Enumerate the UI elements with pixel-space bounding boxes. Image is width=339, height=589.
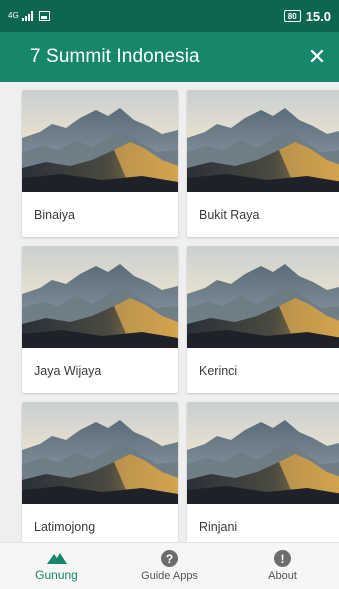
status-bar: 4G 80 15.0: [0, 0, 339, 32]
card-title: Kerinci: [199, 364, 238, 378]
signal-icon: [22, 11, 33, 21]
card-title: Rinjani: [199, 520, 238, 534]
nav-label: Gunung: [35, 567, 78, 582]
card-bukit-raya[interactable]: Bukit Raya: [187, 90, 339, 237]
card-latimojong[interactable]: Latimojong: [22, 402, 178, 542]
nav-label: About: [268, 570, 297, 582]
info-icon: !: [274, 550, 291, 567]
help-icon: ?: [161, 550, 178, 567]
nav-gunung[interactable]: Gunung: [0, 543, 113, 589]
card-jaya-wijaya[interactable]: Jaya Wijaya: [22, 246, 178, 393]
card-binaiya[interactable]: Binaiya: [22, 90, 178, 237]
mountain-image: [187, 246, 339, 348]
card-title: Latimojong: [34, 520, 96, 534]
mountain-image: [22, 90, 178, 192]
mountain-icon: [46, 552, 67, 564]
card-grid: Binaiya Bukit Raya Jaya Wijaya Kerinci L…: [22, 90, 339, 542]
mountain-image: [22, 402, 178, 504]
card-kerinci[interactable]: Kerinci: [187, 246, 339, 393]
mountain-image: [22, 246, 178, 348]
mountain-image: [187, 90, 339, 192]
nav-guide-apps[interactable]: ? Guide Apps: [113, 543, 226, 589]
card-title: Binaiya: [34, 208, 75, 222]
status-right: 80 15.0: [283, 8, 331, 24]
battery-icon: 80: [283, 10, 301, 22]
mountain-list[interactable]: Binaiya Bukit Raya Jaya Wijaya Kerinci L…: [0, 82, 339, 542]
card-title: Bukit Raya: [199, 208, 260, 222]
mountain-image: [187, 402, 339, 504]
close-button[interactable]: ✕: [305, 45, 329, 69]
network-type: 4G: [8, 11, 19, 20]
nav-label: Guide Apps: [141, 570, 198, 582]
card-rinjani[interactable]: Rinjani: [187, 402, 339, 542]
clock: 15.0: [305, 8, 331, 24]
bottom-navigation: Gunung ? Guide Apps ! About: [0, 542, 339, 589]
card-title: Jaya Wijaya: [34, 364, 102, 378]
image-notification-icon: [39, 11, 50, 21]
page-title: 7 Summit Indonesia: [30, 46, 200, 67]
nav-about[interactable]: ! About: [226, 543, 339, 589]
status-left: 4G: [8, 11, 50, 21]
app-bar: 7 Summit Indonesia ✕: [0, 32, 339, 82]
